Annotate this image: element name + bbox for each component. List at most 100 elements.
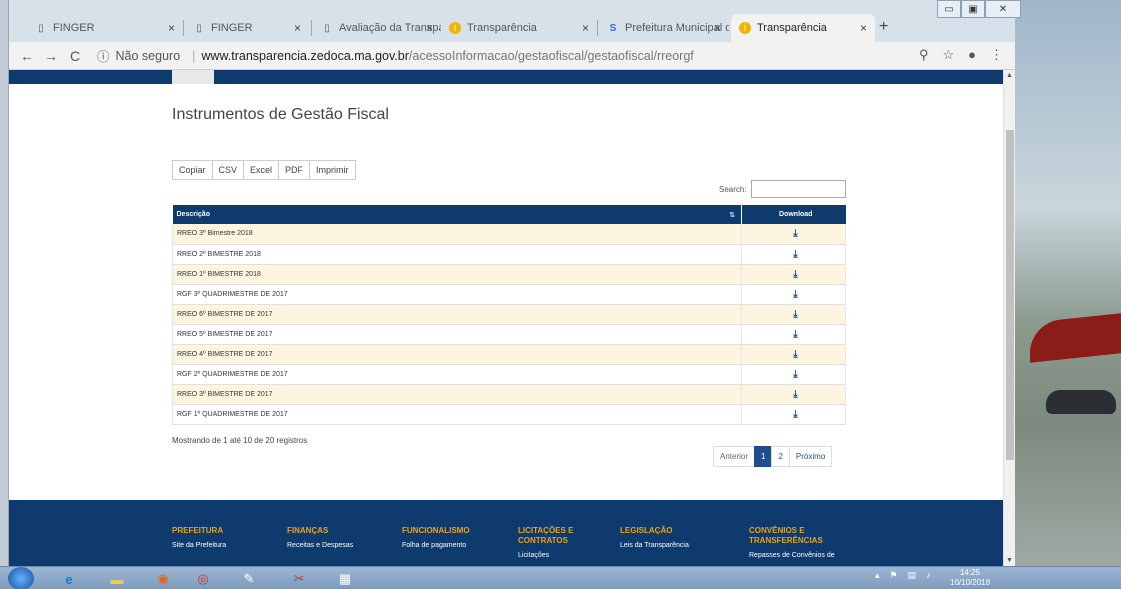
- tab-transparencia-1[interactable]: i Transparência ×: [441, 14, 597, 42]
- media-player-icon[interactable]: ◉: [146, 569, 180, 589]
- download-icon[interactable]: ⤓: [741, 284, 846, 305]
- footer-link[interactable]: Folha de pagamento: [402, 542, 512, 549]
- footer-heading: LICITAÇÕES E CONTRATOS: [518, 526, 574, 545]
- download-icon[interactable]: ⤓: [741, 344, 846, 365]
- footer-heading: LEGISLAÇÃO: [620, 526, 673, 535]
- close-icon[interactable]: ×: [582, 21, 589, 35]
- download-icon[interactable]: ⤓: [741, 244, 846, 265]
- site-nav-strip: [9, 70, 1003, 84]
- footer-heading: FUNCIONALISMO: [402, 526, 470, 535]
- close-icon[interactable]: ×: [426, 21, 433, 35]
- desktop-background: [1015, 0, 1121, 589]
- row-description: RREO 4º BIMESTRE DE 2017: [172, 344, 742, 365]
- zoom-icon[interactable]: ⚲: [919, 47, 929, 63]
- flag-icon[interactable]: ⚑: [890, 570, 898, 581]
- document-icon: ▯: [324, 22, 330, 34]
- row-description: RREO 1º BIMESTRE 2018: [172, 264, 742, 285]
- address-bar[interactable]: ⓘ Não seguro | www.transparencia.zedoca.…: [97, 46, 694, 65]
- column-header-descricao[interactable]: Descrição ⇅: [172, 205, 742, 224]
- volume-icon[interactable]: ♪: [926, 570, 931, 581]
- windows-taskbar: e ▬ ◉ ◎ ✎ ✂ ▦ ▴ ⚑ ▤ ♪ 14:25 10/10/2018: [0, 566, 1121, 589]
- footer-link[interactable]: Site da Prefeitura: [172, 542, 282, 549]
- download-icon[interactable]: ⤓: [741, 384, 846, 405]
- file-explorer-icon[interactable]: ▬: [100, 569, 134, 589]
- clock[interactable]: 14:25 10/10/2018: [950, 568, 990, 588]
- row-description: RGF 3º QUADRIMESTRE DE 2017: [172, 284, 742, 305]
- pdf-button[interactable]: PDF: [278, 160, 311, 180]
- bookmark-star-icon[interactable]: ☆: [942, 47, 954, 63]
- background-window-edge: [0, 0, 9, 566]
- footer-link[interactable]: Repasses de Convênios de: [749, 552, 859, 559]
- prev-page-button[interactable]: Anterior: [713, 446, 756, 467]
- close-icon[interactable]: ×: [168, 21, 175, 35]
- row-description: RREO 3º BIMESTRE DE 2017: [172, 384, 742, 405]
- footer-heading: CONVÊNIOS E TRANSFERÊNCIAS: [749, 526, 823, 545]
- tab-title: FINGER: [53, 22, 95, 34]
- maximize-icon[interactable]: ▣: [961, 0, 985, 18]
- account-icon[interactable]: ●: [968, 47, 976, 63]
- close-window-icon[interactable]: ✕: [985, 0, 1021, 18]
- download-icon[interactable]: ⤓: [741, 364, 846, 385]
- close-icon[interactable]: ×: [294, 21, 301, 35]
- page-scrollbar[interactable]: ▲ ▼: [1003, 70, 1015, 566]
- next-page-button[interactable]: Próximo: [788, 446, 833, 467]
- row-description: RGF 1º QUADRIMESTRE DE 2017: [172, 404, 742, 425]
- url-path: /acessoInformacao/gestaofiscal/gestaofis…: [408, 48, 694, 63]
- documents-table: Descrição ⇅ Download RREO 3º Bimestre 201…: [172, 205, 846, 425]
- footer-link[interactable]: Receitas e Despesas: [287, 542, 397, 549]
- network-icon[interactable]: ▤: [908, 570, 917, 581]
- csv-button[interactable]: CSV: [211, 160, 245, 180]
- footer-heading: PREFEITURA: [172, 526, 224, 535]
- footer-link[interactable]: Licitações: [518, 552, 598, 559]
- forward-arrow-icon[interactable]: →: [41, 48, 61, 64]
- tab-prefeitura[interactable]: S Prefeitura Municipal de ×: [599, 14, 729, 42]
- tab-avaliacao[interactable]: ▯ Avaliação da Transparê ×: [313, 14, 441, 42]
- new-tab-button[interactable]: +: [879, 18, 888, 36]
- tab-finger-1[interactable]: ▯ FINGER ×: [27, 14, 183, 42]
- tray-arrow-icon[interactable]: ▴: [875, 570, 880, 581]
- page-1-button[interactable]: 1: [754, 446, 773, 467]
- paint-icon[interactable]: ✎: [232, 569, 266, 589]
- footer-link[interactable]: Leis da Transparência: [620, 542, 730, 549]
- menu-dots-icon[interactable]: ⋮: [990, 47, 1003, 63]
- reload-icon[interactable]: C: [65, 48, 85, 64]
- copy-button[interactable]: Copiar: [172, 160, 213, 180]
- table-row: RREO 4º BIMESTRE DE 2017 ⤓: [172, 344, 846, 365]
- url-host: www.transparencia.zedoca.ma.gov.br: [201, 48, 409, 63]
- scroll-down-icon[interactable]: ▼: [1006, 557, 1013, 564]
- download-icon[interactable]: ⤓: [741, 224, 846, 245]
- nav-home-tab[interactable]: [172, 70, 214, 84]
- site-footer: PREFEITURA Site da Prefeitura FINANÇAS R…: [9, 500, 1003, 566]
- excel-button[interactable]: Excel: [243, 160, 280, 180]
- search-input[interactable]: [750, 180, 846, 198]
- snipping-tool-icon[interactable]: ✂: [282, 569, 316, 589]
- close-icon[interactable]: ×: [714, 21, 721, 35]
- download-icon[interactable]: ⤓: [741, 264, 846, 285]
- calculator-icon[interactable]: ▦: [328, 569, 362, 589]
- scroll-thumb[interactable]: [1006, 130, 1014, 460]
- print-button[interactable]: Imprimir: [309, 160, 356, 180]
- minimize-icon[interactable]: ▭: [937, 0, 961, 18]
- table-row: RGF 3º QUADRIMESTRE DE 2017 ⤓: [172, 284, 846, 305]
- start-button[interactable]: [8, 567, 34, 589]
- page-2-button[interactable]: 2: [771, 446, 790, 467]
- sort-icon[interactable]: ⇅: [729, 211, 735, 219]
- column-header-download: Download: [741, 205, 846, 224]
- window-controls: ▭ ▣ ✕: [937, 0, 1021, 18]
- download-icon[interactable]: ⤓: [741, 304, 846, 325]
- chrome-icon[interactable]: ◎: [186, 569, 220, 589]
- tab-finger-2[interactable]: ▯ FINGER ×: [185, 14, 309, 42]
- download-icon[interactable]: ⤓: [741, 324, 846, 345]
- info-circle-icon[interactable]: ⓘ: [97, 46, 110, 65]
- table-row: RREO 1º BIMESTRE 2018 ⤓: [172, 264, 846, 285]
- scroll-up-icon[interactable]: ▲: [1006, 72, 1013, 79]
- close-icon[interactable]: ×: [860, 21, 867, 35]
- info-favicon-icon: i: [449, 22, 461, 34]
- download-icon[interactable]: ⤓: [741, 404, 846, 425]
- table-search: Search:: [719, 180, 846, 198]
- tab-transparencia-active[interactable]: i Transparência ×: [731, 14, 875, 42]
- table-row: RREO 5º BIMESTRE DE 2017 ⤓: [172, 324, 846, 345]
- row-description: RREO 2º BIMESTRE 2018: [172, 244, 742, 265]
- internet-explorer-icon[interactable]: e: [52, 569, 86, 589]
- back-arrow-icon[interactable]: ←: [17, 48, 37, 64]
